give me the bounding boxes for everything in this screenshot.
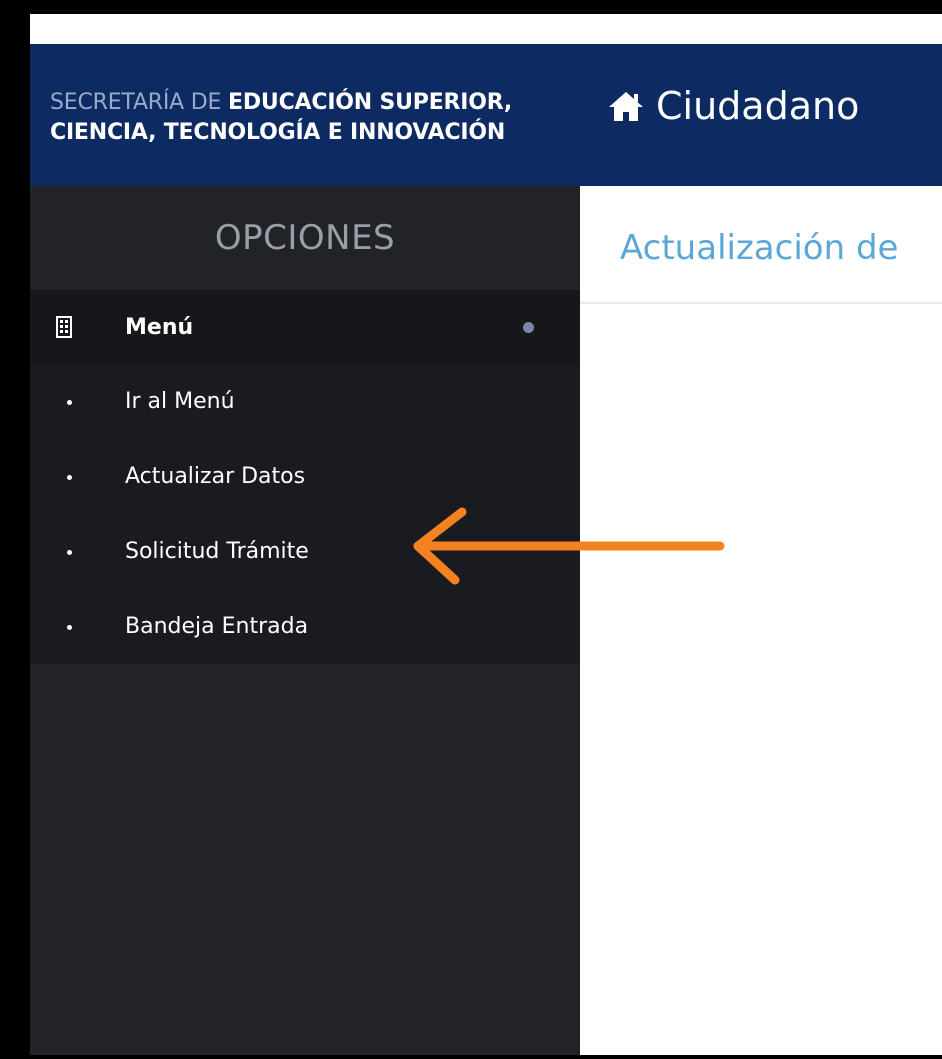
sidebar-menu-header[interactable]: Menú bbox=[30, 290, 580, 364]
header-title-text: Ciudadano bbox=[656, 84, 860, 128]
brand-line2: CIENCIA, TECNOLOGÍA E INNOVACIÓN bbox=[50, 120, 506, 145]
sidebar: OPCIONES Menú Ir al Menú Actualizar Dato… bbox=[30, 186, 580, 1055]
sidebar-heading: OPCIONES bbox=[214, 218, 396, 258]
brand-line1-bold: EDUCACIÓN SUPERIOR, bbox=[228, 90, 513, 115]
sidebar-item-ir-al-menu[interactable]: Ir al Menú bbox=[30, 364, 580, 439]
sidebar-item-bandeja-entrada[interactable]: Bandeja Entrada bbox=[30, 589, 580, 664]
screenshot-frame: SECRETARÍA DE EDUCACIÓN SUPERIOR, CIENCI… bbox=[0, 0, 942, 1059]
sidebar-item-label: Bandeja Entrada bbox=[125, 614, 309, 639]
content-header: Actualización de bbox=[580, 186, 942, 304]
ministry-logo[interactable]: SECRETARÍA DE EDUCACIÓN SUPERIOR, CIENCI… bbox=[50, 88, 590, 148]
brand-line1-thin: SECRETARÍA DE bbox=[50, 90, 229, 115]
app-header: SECRETARÍA DE EDUCACIÓN SUPERIOR, CIENCI… bbox=[30, 44, 942, 186]
page-title: Actualización de bbox=[620, 228, 899, 268]
building-icon bbox=[56, 316, 72, 342]
bullet-icon bbox=[67, 550, 72, 555]
menu-indicator-dot bbox=[523, 322, 534, 333]
bullet-icon bbox=[67, 400, 72, 405]
top-strip bbox=[30, 14, 942, 44]
sidebar-menu-label: Menú bbox=[125, 314, 194, 340]
sidebar-submenu: Ir al Menú Actualizar Datos Solicitud Tr… bbox=[30, 364, 580, 664]
bullet-icon bbox=[67, 625, 72, 630]
app-window: SECRETARÍA DE EDUCACIÓN SUPERIOR, CIENCI… bbox=[30, 14, 942, 1055]
sidebar-item-solicitud-tramite[interactable]: Solicitud Trámite bbox=[30, 514, 580, 589]
sidebar-item-actualizar-datos[interactable]: Actualizar Datos bbox=[30, 439, 580, 514]
sidebar-item-label: Ir al Menú bbox=[125, 389, 235, 414]
sidebar-item-label: Solicitud Trámite bbox=[125, 539, 309, 564]
bullet-icon bbox=[67, 475, 72, 480]
header-title[interactable]: Ciudadano bbox=[606, 84, 859, 128]
sidebar-item-label: Actualizar Datos bbox=[125, 464, 306, 489]
home-icon bbox=[606, 89, 646, 123]
